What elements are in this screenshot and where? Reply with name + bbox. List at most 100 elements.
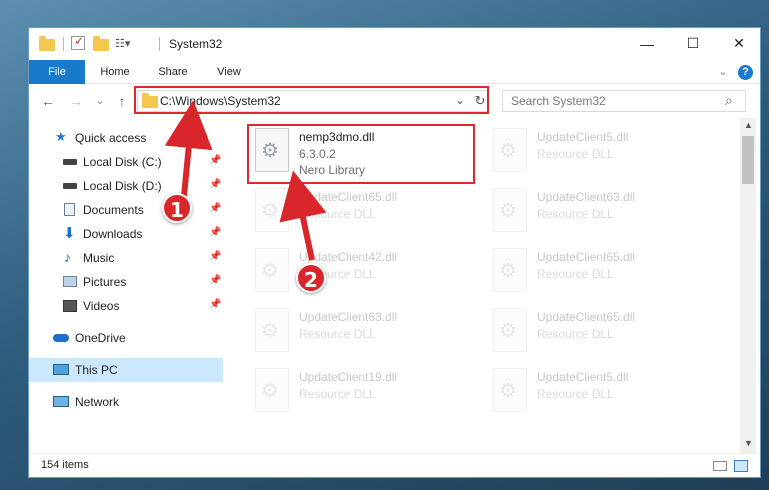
dll-file-icon [493, 248, 527, 292]
pin-icon[interactable]: 📌 [209, 299, 221, 310]
downloads-icon: ⬇ [63, 225, 76, 242]
pictures-icon [63, 276, 77, 287]
network-icon [53, 396, 69, 407]
tab-share[interactable]: Share [153, 60, 193, 84]
documents-icon [64, 203, 75, 216]
divider [63, 37, 64, 51]
large-icons-view-icon[interactable] [734, 460, 748, 472]
pin-icon[interactable]: 📌 [209, 155, 221, 166]
divider [159, 37, 160, 51]
scroll-down-icon[interactable]: ▼ [744, 438, 753, 448]
file-type: Resource DLL [537, 267, 614, 281]
drive-icon [63, 183, 77, 189]
maximize-button[interactable]: ☐ [670, 28, 716, 59]
tab-view[interactable]: View [211, 60, 247, 84]
file-item[interactable]: UpdateClient63.dll Resource DLL [247, 304, 477, 362]
file-type: Resource DLL [299, 207, 376, 221]
recent-locations-button[interactable]: ⌄ [91, 92, 109, 110]
dll-file-icon [493, 128, 527, 172]
address-highlight-box [134, 86, 489, 114]
file-item[interactable]: UpdateClient65.dll Resource DLL [247, 184, 477, 242]
window-title: System32 [169, 37, 223, 51]
file-item[interactable]: UpdateClient65.dll Resource DLL [485, 304, 715, 362]
drive-icon [63, 159, 77, 165]
navigation-pane: ★ Quick access Local Disk (C:) 📌 Local D… [29, 118, 223, 453]
nav-item-pictures[interactable]: Pictures 📌 [29, 270, 223, 294]
file-type: Resource DLL [537, 207, 614, 221]
customize-toolbar-icon[interactable]: ☷▾ [115, 36, 130, 50]
folder-icon [39, 36, 55, 52]
file-name: UpdateClient65.dll [537, 310, 636, 324]
nav-item-network[interactable]: Network [29, 390, 223, 414]
file-type: Resource DLL [537, 147, 614, 161]
help-icon[interactable]: ? [738, 65, 753, 80]
nav-item-label: Downloads [83, 227, 143, 241]
file-type: Resource DLL [299, 327, 376, 341]
back-button[interactable]: ← [39, 92, 57, 110]
search-icon[interactable]: ⌕ [725, 92, 733, 109]
nav-item-label: Local Disk (C:) [83, 155, 162, 169]
file-name: UpdateClient63.dll [537, 190, 636, 204]
vertical-scrollbar[interactable]: ▲ ▼ [740, 118, 756, 453]
nav-item-onedrive[interactable]: OneDrive [29, 326, 223, 350]
dll-file-icon [493, 308, 527, 352]
scroll-up-icon[interactable]: ▲ [744, 120, 753, 130]
details-view-icon[interactable] [713, 461, 727, 471]
scroll-thumb[interactable] [742, 136, 754, 184]
nav-item-label: Local Disk (D:) [83, 179, 162, 193]
nav-item-downloads[interactable]: ⬇ Downloads 📌 [29, 222, 223, 246]
nav-item-documents[interactable]: Documents 📌 [29, 198, 223, 222]
close-button[interactable]: ✕ [716, 28, 760, 59]
file-type: Resource DLL [537, 387, 614, 401]
dll-file-icon [255, 368, 289, 412]
pin-icon[interactable]: 📌 [209, 179, 221, 190]
file-item[interactable]: UpdateClient42.dll Resource DLL [247, 244, 477, 302]
dll-file-icon [255, 188, 289, 232]
pin-icon[interactable]: 📌 [209, 227, 221, 238]
nav-item-music[interactable]: ♪ Music 📌 [29, 246, 223, 270]
file-name: UpdateClient5.dll [537, 370, 629, 384]
file-item[interactable]: UpdateClient5.dll Resource DLL [485, 124, 715, 182]
file-highlight-box [247, 124, 475, 184]
nav-item-quick-access[interactable]: ★ Quick access [29, 126, 223, 150]
dll-file-icon [493, 368, 527, 412]
file-name: UpdateClient19.dll [299, 370, 398, 384]
pin-icon[interactable]: 📌 [209, 203, 221, 214]
cloud-icon [53, 334, 69, 342]
file-name: UpdateClient5.dll [537, 130, 629, 144]
dll-file-icon [493, 188, 527, 232]
pin-icon[interactable]: 📌 [209, 251, 221, 262]
file-item[interactable]: UpdateClient65.dll Resource DLL [485, 244, 715, 302]
nav-item-label: Music [83, 251, 115, 265]
music-icon: ♪ [64, 249, 71, 265]
nav-item-label: Pictures [83, 275, 127, 289]
tab-home[interactable]: Home [95, 60, 135, 84]
ribbon-tabs: File Home Share View ⌄ ? [29, 60, 760, 84]
file-type: Resource DLL [537, 327, 614, 341]
expand-ribbon-chevron-icon[interactable]: ⌄ [715, 60, 731, 84]
nav-item-label: Network [75, 395, 120, 409]
file-item[interactable]: UpdateClient19.dll Resource DLL [247, 364, 477, 422]
star-icon: ★ [55, 129, 67, 144]
minimize-button[interactable]: — [624, 28, 670, 59]
pin-icon[interactable]: 📌 [209, 275, 221, 286]
nav-item-videos[interactable]: Videos 📌 [29, 294, 223, 318]
nav-item-local-disk-c[interactable]: Local Disk (C:) 📌 [29, 150, 223, 174]
properties-icon[interactable]: ✓ [71, 34, 85, 50]
tab-file[interactable]: File [29, 60, 85, 84]
up-button[interactable]: ↑ [113, 92, 131, 110]
status-bar: 154 items [29, 453, 760, 477]
nav-item-local-disk-d[interactable]: Local Disk (D:) 📌 [29, 174, 223, 198]
file-item[interactable]: UpdateClient63.dll Resource DLL [485, 184, 715, 242]
dll-file-icon [255, 248, 289, 292]
nav-item-this-pc[interactable]: This PC [29, 358, 223, 382]
search-input[interactable]: Search System32 ⌕ [502, 90, 746, 112]
file-item[interactable]: UpdateClient5.dll Resource DLL [485, 364, 715, 422]
new-folder-icon[interactable] [93, 36, 109, 52]
file-name: UpdateClient65.dll [537, 250, 636, 264]
file-name: UpdateClient63.dll [299, 310, 398, 324]
dll-file-icon [255, 308, 289, 352]
step-1-badge: 1 [162, 193, 192, 223]
forward-button[interactable]: → [67, 92, 85, 110]
nav-item-label: This PC [75, 363, 118, 377]
